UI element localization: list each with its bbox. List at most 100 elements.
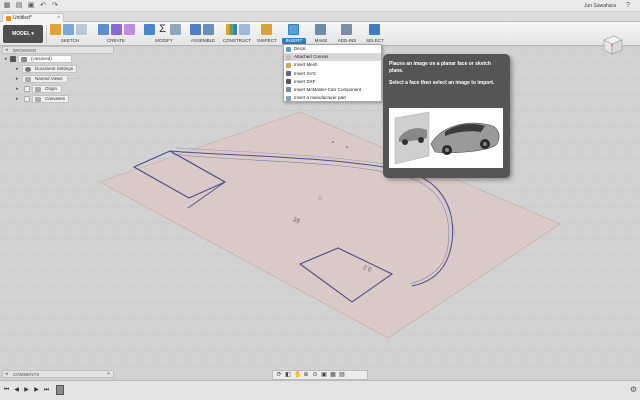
measure-icon[interactable]: [261, 24, 272, 35]
insert-group[interactable]: INSERT: [282, 24, 306, 44]
add-ins-group[interactable]: ADD-INS: [334, 24, 360, 44]
tree-node-named-views[interactable]: Named Views: [22, 75, 68, 83]
comments-panel[interactable]: ◂ COMMENTS +: [2, 370, 114, 378]
visibility-icon[interactable]: [10, 56, 16, 62]
help-icon[interactable]: ?: [624, 2, 632, 10]
sum-icon[interactable]: Σ: [157, 24, 168, 35]
expand-arrow-icon[interactable]: ▸: [16, 76, 21, 82]
workspace-switcher[interactable]: MODEL ▾: [3, 25, 43, 43]
create-sketch-icon[interactable]: [50, 24, 61, 35]
grid-settings-icon[interactable]: ▦: [330, 372, 336, 378]
menu-item-attached-canvas[interactable]: Attached Canvas: [284, 53, 381, 62]
toolbar-divider: [46, 25, 47, 43]
tree-row-document-settings[interactable]: ▸ Document Settings: [2, 65, 114, 74]
pattern-icon[interactable]: [124, 24, 135, 35]
tree-node-label: (Unsaved): [31, 56, 52, 61]
axis-icon[interactable]: [239, 24, 250, 35]
look-at-icon[interactable]: ◧: [285, 372, 291, 378]
menu-item-manufacturer-part[interactable]: Insert a manufacturer part: [284, 94, 381, 102]
sketch-label: SKETCH: [60, 38, 80, 43]
tree-row-canvases[interactable]: ▸ Canvases: [2, 95, 114, 104]
assemble-group[interactable]: ASSEMBLE: [188, 24, 218, 44]
plane-icon[interactable]: [226, 24, 237, 35]
rectangle-icon[interactable]: [76, 24, 87, 35]
menu-item-insert-dxf[interactable]: Insert DXF: [284, 78, 381, 86]
tree-node-document-settings[interactable]: Document Settings: [22, 65, 77, 73]
collapse-icon[interactable]: ◂: [5, 47, 8, 54]
redo-icon[interactable]: ↷: [51, 2, 59, 10]
insert-image-icon[interactable]: [288, 24, 299, 35]
go-to-start-icon[interactable]: ⏮: [3, 387, 10, 394]
select-cursor-icon[interactable]: [369, 24, 380, 35]
browser-header[interactable]: ◂ BROWSER: [2, 46, 114, 54]
folder-icon: [25, 77, 31, 82]
construct-group[interactable]: CONSTRUCT: [220, 24, 254, 44]
user-name[interactable]: Jun Sawahara: [584, 2, 616, 10]
tree-row-origin[interactable]: ▸ Origin: [2, 85, 114, 94]
align-icon[interactable]: [170, 24, 181, 35]
menu-item-label: Insert SVG: [294, 70, 317, 76]
menu-item-mcmaster-carr[interactable]: Insert McMaster-Carr Component: [284, 86, 381, 94]
form-icon[interactable]: [111, 24, 122, 35]
sketch-group[interactable]: SKETCH: [48, 24, 92, 44]
go-to-end-icon[interactable]: ⏭: [43, 387, 50, 394]
view-cube[interactable]: [600, 34, 624, 56]
view-cube-icon[interactable]: [600, 34, 624, 56]
fit-icon[interactable]: ⊙: [312, 372, 318, 378]
pan-icon[interactable]: ✋: [294, 372, 301, 378]
file-menu-icon[interactable]: ▤: [15, 2, 23, 10]
expand-arrow-icon[interactable]: ◂: [4, 56, 9, 62]
close-icon[interactable]: ×: [57, 15, 60, 22]
menu-item-decal[interactable]: Decal: [284, 45, 381, 53]
orbit-icon[interactable]: ⟳: [276, 372, 282, 378]
menu-item-insert-mesh[interactable]: Insert Mesh: [284, 61, 381, 69]
add-comment-icon[interactable]: +: [107, 371, 110, 378]
tree-node-root[interactable]: (Unsaved): [18, 55, 72, 63]
extrude-icon[interactable]: [98, 24, 109, 35]
step-forward-icon[interactable]: ▶: [33, 387, 40, 394]
save-icon[interactable]: ▣: [27, 2, 35, 10]
component-icon[interactable]: [190, 24, 201, 35]
dxf-icon: [286, 79, 291, 85]
tree-row-root[interactable]: ◂ (Unsaved): [2, 55, 114, 64]
play-icon[interactable]: ▶: [23, 387, 30, 394]
toolbar: MODEL ▾ SKETCH CREATE Σ MODIFY ASSEMBLE: [0, 22, 640, 46]
select-group[interactable]: SELECT: [364, 24, 386, 44]
app-bar: ▦ ▤ ▣ ↶ ↷ Jun Sawahara ?: [0, 0, 640, 12]
step-back-icon[interactable]: ◀: [13, 387, 20, 394]
inspect-group[interactable]: INSPECT: [256, 24, 278, 44]
construct-label: CONSTRUCT: [222, 38, 252, 43]
modify-label: MODIFY: [155, 38, 173, 43]
document-tab-title: Untitled*: [13, 15, 32, 21]
document-tab[interactable]: Untitled* ×: [2, 13, 64, 22]
tree-node-canvases[interactable]: Canvases: [32, 95, 69, 103]
menu-item-label: Insert a manufacturer part: [294, 95, 346, 101]
tab-bar: Untitled* ×: [0, 12, 640, 22]
visibility-icon[interactable]: [24, 96, 30, 102]
press-pull-icon[interactable]: [144, 24, 155, 35]
make-group[interactable]: MAKE: [310, 24, 332, 44]
joint-icon[interactable]: [203, 24, 214, 35]
create-group[interactable]: CREATE: [96, 24, 136, 44]
collapse-icon[interactable]: ◂: [5, 371, 8, 378]
undo-icon[interactable]: ↶: [39, 2, 47, 10]
scripts-icon[interactable]: [341, 24, 352, 35]
expand-arrow-icon[interactable]: ▸: [16, 86, 21, 92]
gear-icon[interactable]: ⚙: [630, 386, 637, 394]
3d-print-icon[interactable]: [315, 24, 326, 35]
display-settings-icon[interactable]: ▣: [321, 372, 327, 378]
expand-arrow-icon[interactable]: ▸: [16, 66, 21, 72]
data-panel-icon[interactable]: ▦: [3, 2, 11, 10]
zoom-icon[interactable]: ⊕: [303, 372, 309, 378]
tree-row-named-views[interactable]: ▸ Named Views: [2, 75, 114, 84]
gear-icon: [25, 67, 31, 72]
visibility-icon[interactable]: [24, 86, 30, 92]
expand-arrow-icon[interactable]: ▸: [16, 96, 21, 102]
timeline-canvas-feature[interactable]: [56, 385, 64, 395]
folder-icon: [35, 97, 41, 102]
line-icon[interactable]: [63, 24, 74, 35]
viewports-icon[interactable]: ▤: [339, 372, 345, 378]
menu-item-insert-svg[interactable]: Insert SVG: [284, 70, 381, 78]
modify-group[interactable]: Σ MODIFY: [142, 24, 186, 44]
tree-node-origin[interactable]: Origin: [32, 85, 62, 93]
